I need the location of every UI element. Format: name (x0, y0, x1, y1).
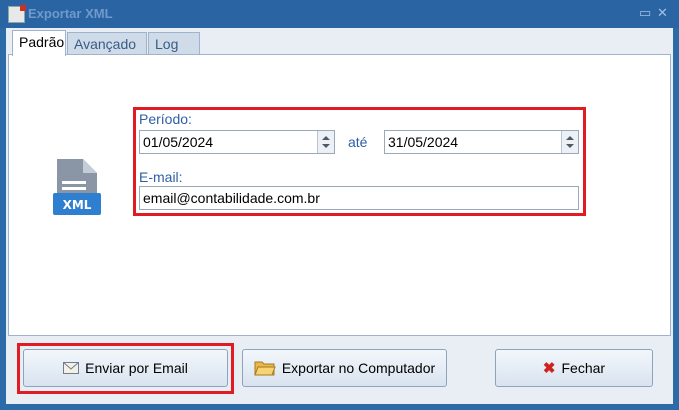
ate-label: até (348, 134, 368, 150)
start-date-field[interactable]: 01/05/2024 (139, 130, 335, 154)
email-field[interactable]: email@contabilidade.com.br (139, 186, 579, 210)
export-computer-button[interactable]: Exportar no Computador (242, 349, 447, 387)
window-title: Exportar XML (28, 6, 113, 21)
folder-icon (254, 361, 276, 376)
title-bar: Exportar XML ▭ ✕ (0, 0, 679, 28)
email-value: email@contabilidade.com.br (143, 190, 320, 206)
xml-file-icon: XML (53, 159, 101, 215)
client-area: Padrão Avançado Log XML Período: 01/05/2… (6, 28, 673, 404)
close-label: Fechar (561, 360, 606, 376)
periodo-label: Período: (139, 111, 192, 127)
tab-log[interactable]: Log (148, 32, 200, 54)
tab-padrao[interactable]: Padrão (12, 30, 66, 56)
app-icon (8, 5, 26, 23)
close-button[interactable]: ✖ Fechar (495, 349, 653, 387)
svg-text:XML: XML (63, 198, 92, 212)
end-date-field[interactable]: 31/05/2024 (384, 130, 579, 154)
export-xml-window: Exportar XML ▭ ✕ Padrão Avançado Log XML… (0, 0, 679, 410)
export-computer-label: Exportar no Computador (281, 360, 436, 376)
envelope-icon (63, 362, 80, 374)
email-label: E-mail: (139, 169, 183, 185)
minimize-icon[interactable]: ▭ (639, 5, 651, 21)
start-date-value: 01/05/2024 (143, 134, 214, 150)
tab-panel-padrao: XML Período: 01/05/2024 até 31/05/2024 E… (8, 54, 671, 336)
send-email-label: Enviar por Email (85, 360, 188, 376)
start-date-spinner-icon[interactable] (317, 131, 334, 153)
close-x-icon: ✖ (542, 360, 556, 377)
end-date-spinner-icon[interactable] (561, 131, 578, 153)
end-date-value: 31/05/2024 (388, 134, 459, 150)
send-email-button[interactable]: Enviar por Email (23, 349, 228, 387)
button-bar: Enviar por Email Exportar no Computador … (6, 338, 673, 404)
tab-avancado[interactable]: Avançado (67, 32, 147, 54)
close-window-icon[interactable]: ✕ (657, 5, 668, 21)
